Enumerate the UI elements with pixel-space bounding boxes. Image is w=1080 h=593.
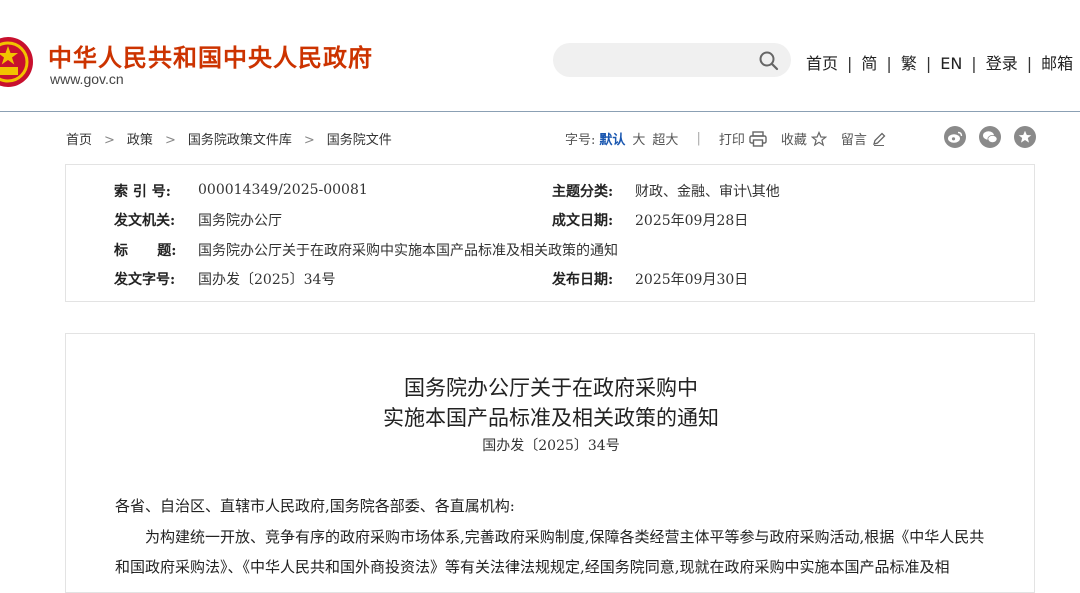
national-emblem-logo[interactable] <box>0 36 34 88</box>
publish-date-label: 发布日期: <box>552 272 614 288</box>
nav-home[interactable]: 首页 <box>806 54 838 73</box>
nav-separator: | <box>1026 54 1033 73</box>
favorite-button[interactable]: 收藏 <box>781 129 827 148</box>
search-input[interactable] <box>553 43 791 77</box>
nav-separator: | <box>971 54 977 73</box>
chevron-right-icon: > <box>164 133 176 148</box>
print-label: 打印 <box>718 133 745 148</box>
star-circle-icon <box>1018 130 1032 143</box>
topic-value: 财政、金融、审计\其他 <box>635 184 780 200</box>
comment-button[interactable]: 留言 <box>841 129 887 148</box>
nav-separator: | <box>886 54 892 73</box>
top-nav: 首页|简|繁|EN|登录|邮箱|无 <box>806 50 1080 74</box>
breadcrumb-policy[interactable]: 政策 <box>127 133 153 148</box>
doc-no-value: 国办发〔2025〕34号 <box>198 272 336 288</box>
wechat-icon <box>983 131 998 143</box>
nav-traditional[interactable]: 繁 <box>901 54 917 73</box>
font-size-large[interactable]: 大 <box>632 129 645 148</box>
written-date-value: 2025年09月28日 <box>635 213 749 229</box>
title-value: 国务院办公厅关于在政府采购中实施本国产品标准及相关政策的通知 <box>198 243 618 259</box>
article-title-line1: 国务院办公厅关于在政府采购中 <box>404 376 698 400</box>
breadcrumb-state-council-docs[interactable]: 国务院文件 <box>327 133 392 148</box>
weibo-icon <box>948 131 963 143</box>
nav-separator: | <box>925 54 932 73</box>
nav-separator: | <box>847 54 853 73</box>
article-body: 国务院办公厅关于在政府采购中 实施本国产品标准及相关政策的通知 国办发〔2025… <box>65 333 1035 593</box>
font-size-xlarge[interactable]: 超大 <box>652 129 678 148</box>
nav-simplified[interactable]: 简 <box>861 54 877 73</box>
article-paragraph: 为构建统一开放、竞争有序的政府采购市场体系,完善政府采购制度,保障各类经营主体平… <box>115 528 985 576</box>
search-icon[interactable] <box>757 49 781 73</box>
breadcrumb: 首页 > 政策 > 国务院政策文件库 > 国务院文件 <box>66 129 392 148</box>
document-info-panel: 索 引 号: 000014349/2025-00081 主题分类: 财政、金融、… <box>65 164 1035 302</box>
font-size-default[interactable]: 默认 <box>599 129 625 148</box>
written-date-label: 成文日期: <box>552 213 614 229</box>
comment-label: 留言 <box>840 133 867 148</box>
title-label: 标 题: <box>114 243 177 259</box>
chevron-right-icon: > <box>303 133 315 148</box>
favorite-share-button[interactable] <box>1014 126 1036 148</box>
wechat-share-button[interactable] <box>979 126 1001 148</box>
favorite-label: 收藏 <box>780 133 807 148</box>
font-size-label: 字号: <box>565 133 596 148</box>
nav-english[interactable]: EN <box>940 54 962 73</box>
printer-icon <box>749 130 767 147</box>
index-value: 000014349/2025-00081 <box>198 182 368 198</box>
issuer-label: 发文机关: <box>114 213 176 229</box>
star-icon <box>810 130 827 146</box>
nav-mailbox[interactable]: 邮箱 <box>1041 54 1073 73</box>
topic-label: 主题分类: <box>552 184 614 200</box>
breadcrumb-policy-library[interactable]: 国务院政策文件库 <box>188 133 292 148</box>
site-name[interactable]: 中华人民共和国中央人民政府 <box>48 38 373 73</box>
publish-date-value: 2025年09月30日 <box>635 272 749 288</box>
article-doc-number: 国办发〔2025〕34号 <box>482 438 620 454</box>
pencil-icon <box>872 132 886 146</box>
print-button[interactable]: 打印 <box>719 129 767 148</box>
breadcrumb-home[interactable]: 首页 <box>66 133 92 148</box>
article-greeting: 各省、自治区、直辖市人民政府,国务院各部委、各直属机构: <box>115 497 515 515</box>
weibo-share-button[interactable] <box>944 126 966 148</box>
article-title-line2: 实施本国产品标准及相关政策的通知 <box>383 406 719 430</box>
toolbar-divider: | <box>696 131 701 146</box>
article-toolbar: 字号: 默认 大 超大 | 打印 收藏 留言 <box>565 129 901 148</box>
doc-no-label: 发文字号: <box>114 272 176 288</box>
header-divider <box>0 111 1080 112</box>
chevron-right-icon: > <box>104 133 115 148</box>
issuer-value: 国务院办公厅 <box>198 213 282 229</box>
site-domain: www.gov.cn <box>50 71 124 87</box>
nav-login[interactable]: 登录 <box>986 54 1018 73</box>
index-label: 索 引 号: <box>114 184 171 200</box>
